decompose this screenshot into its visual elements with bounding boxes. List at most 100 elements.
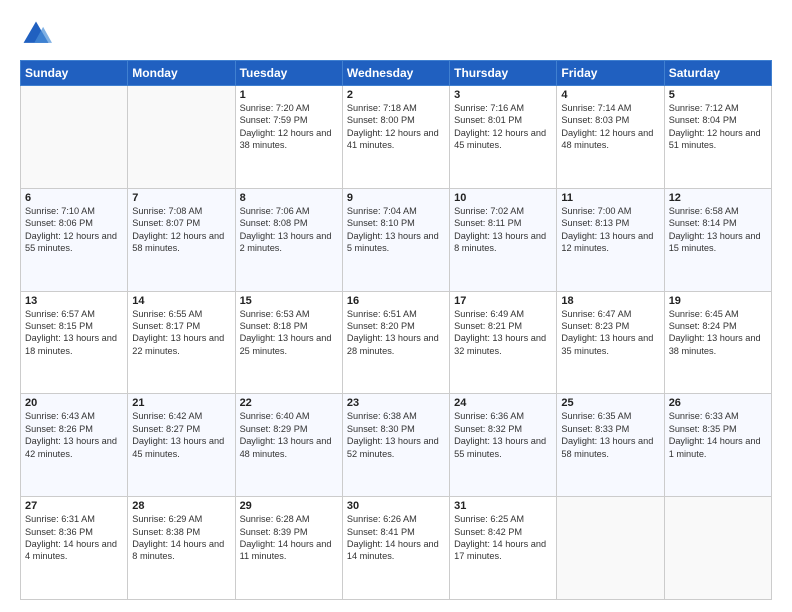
weekday-header-sunday: Sunday <box>21 61 128 86</box>
cell-text: Sunrise: 6:33 AM Sunset: 8:35 PM Dayligh… <box>669 410 767 460</box>
day-number: 10 <box>454 192 552 204</box>
calendar-body: 1Sunrise: 7:20 AM Sunset: 7:59 PM Daylig… <box>21 86 772 600</box>
weekday-header-tuesday: Tuesday <box>235 61 342 86</box>
calendar-cell: 19Sunrise: 6:45 AM Sunset: 8:24 PM Dayli… <box>664 291 771 394</box>
calendar-cell: 11Sunrise: 7:00 AM Sunset: 8:13 PM Dayli… <box>557 188 664 291</box>
day-number: 25 <box>561 397 659 409</box>
weekday-header-row: SundayMondayTuesdayWednesdayThursdayFrid… <box>21 61 772 86</box>
cell-text: Sunrise: 6:45 AM Sunset: 8:24 PM Dayligh… <box>669 308 767 358</box>
day-number: 18 <box>561 295 659 307</box>
cell-text: Sunrise: 7:04 AM Sunset: 8:10 PM Dayligh… <box>347 205 445 255</box>
cell-text: Sunrise: 6:55 AM Sunset: 8:17 PM Dayligh… <box>132 308 230 358</box>
calendar-cell <box>664 497 771 600</box>
day-number: 3 <box>454 89 552 101</box>
cell-text: Sunrise: 6:49 AM Sunset: 8:21 PM Dayligh… <box>454 308 552 358</box>
day-number: 26 <box>669 397 767 409</box>
calendar-cell: 1Sunrise: 7:20 AM Sunset: 7:59 PM Daylig… <box>235 86 342 189</box>
cell-text: Sunrise: 6:51 AM Sunset: 8:20 PM Dayligh… <box>347 308 445 358</box>
day-number: 13 <box>25 295 123 307</box>
cell-text: Sunrise: 6:42 AM Sunset: 8:27 PM Dayligh… <box>132 410 230 460</box>
calendar-cell: 13Sunrise: 6:57 AM Sunset: 8:15 PM Dayli… <box>21 291 128 394</box>
calendar-cell: 10Sunrise: 7:02 AM Sunset: 8:11 PM Dayli… <box>450 188 557 291</box>
cell-text: Sunrise: 6:57 AM Sunset: 8:15 PM Dayligh… <box>25 308 123 358</box>
calendar-week-row: 6Sunrise: 7:10 AM Sunset: 8:06 PM Daylig… <box>21 188 772 291</box>
cell-text: Sunrise: 6:28 AM Sunset: 8:39 PM Dayligh… <box>240 513 338 563</box>
day-number: 30 <box>347 500 445 512</box>
cell-text: Sunrise: 7:08 AM Sunset: 8:07 PM Dayligh… <box>132 205 230 255</box>
day-number: 27 <box>25 500 123 512</box>
day-number: 16 <box>347 295 445 307</box>
calendar-cell: 14Sunrise: 6:55 AM Sunset: 8:17 PM Dayli… <box>128 291 235 394</box>
cell-text: Sunrise: 6:43 AM Sunset: 8:26 PM Dayligh… <box>25 410 123 460</box>
day-number: 2 <box>347 89 445 101</box>
cell-text: Sunrise: 6:58 AM Sunset: 8:14 PM Dayligh… <box>669 205 767 255</box>
cell-text: Sunrise: 6:35 AM Sunset: 8:33 PM Dayligh… <box>561 410 659 460</box>
day-number: 8 <box>240 192 338 204</box>
day-number: 21 <box>132 397 230 409</box>
weekday-header-saturday: Saturday <box>664 61 771 86</box>
calendar-cell: 16Sunrise: 6:51 AM Sunset: 8:20 PM Dayli… <box>342 291 449 394</box>
cell-text: Sunrise: 7:06 AM Sunset: 8:08 PM Dayligh… <box>240 205 338 255</box>
calendar-cell: 15Sunrise: 6:53 AM Sunset: 8:18 PM Dayli… <box>235 291 342 394</box>
calendar-cell: 2Sunrise: 7:18 AM Sunset: 8:00 PM Daylig… <box>342 86 449 189</box>
day-number: 6 <box>25 192 123 204</box>
day-number: 1 <box>240 89 338 101</box>
calendar-table: SundayMondayTuesdayWednesdayThursdayFrid… <box>20 60 772 600</box>
day-number: 19 <box>669 295 767 307</box>
calendar-cell: 20Sunrise: 6:43 AM Sunset: 8:26 PM Dayli… <box>21 394 128 497</box>
day-number: 29 <box>240 500 338 512</box>
calendar-cell: 5Sunrise: 7:12 AM Sunset: 8:04 PM Daylig… <box>664 86 771 189</box>
calendar-cell: 30Sunrise: 6:26 AM Sunset: 8:41 PM Dayli… <box>342 497 449 600</box>
calendar-cell: 31Sunrise: 6:25 AM Sunset: 8:42 PM Dayli… <box>450 497 557 600</box>
cell-text: Sunrise: 7:12 AM Sunset: 8:04 PM Dayligh… <box>669 102 767 152</box>
logo-icon <box>20 18 52 50</box>
calendar-cell: 21Sunrise: 6:42 AM Sunset: 8:27 PM Dayli… <box>128 394 235 497</box>
day-number: 28 <box>132 500 230 512</box>
calendar-cell: 24Sunrise: 6:36 AM Sunset: 8:32 PM Dayli… <box>450 394 557 497</box>
day-number: 12 <box>669 192 767 204</box>
calendar-cell <box>21 86 128 189</box>
cell-text: Sunrise: 7:18 AM Sunset: 8:00 PM Dayligh… <box>347 102 445 152</box>
day-number: 31 <box>454 500 552 512</box>
calendar-cell: 4Sunrise: 7:14 AM Sunset: 8:03 PM Daylig… <box>557 86 664 189</box>
cell-text: Sunrise: 6:36 AM Sunset: 8:32 PM Dayligh… <box>454 410 552 460</box>
calendar-cell: 12Sunrise: 6:58 AM Sunset: 8:14 PM Dayli… <box>664 188 771 291</box>
cell-text: Sunrise: 6:53 AM Sunset: 8:18 PM Dayligh… <box>240 308 338 358</box>
calendar-cell <box>128 86 235 189</box>
day-number: 11 <box>561 192 659 204</box>
cell-text: Sunrise: 7:10 AM Sunset: 8:06 PM Dayligh… <box>25 205 123 255</box>
calendar-week-row: 20Sunrise: 6:43 AM Sunset: 8:26 PM Dayli… <box>21 394 772 497</box>
calendar-cell: 25Sunrise: 6:35 AM Sunset: 8:33 PM Dayli… <box>557 394 664 497</box>
calendar-cell: 23Sunrise: 6:38 AM Sunset: 8:30 PM Dayli… <box>342 394 449 497</box>
day-number: 5 <box>669 89 767 101</box>
day-number: 23 <box>347 397 445 409</box>
day-number: 7 <box>132 192 230 204</box>
calendar-cell: 9Sunrise: 7:04 AM Sunset: 8:10 PM Daylig… <box>342 188 449 291</box>
cell-text: Sunrise: 7:16 AM Sunset: 8:01 PM Dayligh… <box>454 102 552 152</box>
day-number: 17 <box>454 295 552 307</box>
cell-text: Sunrise: 6:26 AM Sunset: 8:41 PM Dayligh… <box>347 513 445 563</box>
calendar-cell: 27Sunrise: 6:31 AM Sunset: 8:36 PM Dayli… <box>21 497 128 600</box>
cell-text: Sunrise: 7:00 AM Sunset: 8:13 PM Dayligh… <box>561 205 659 255</box>
calendar-cell: 3Sunrise: 7:16 AM Sunset: 8:01 PM Daylig… <box>450 86 557 189</box>
calendar-week-row: 13Sunrise: 6:57 AM Sunset: 8:15 PM Dayli… <box>21 291 772 394</box>
weekday-header-wednesday: Wednesday <box>342 61 449 86</box>
day-number: 20 <box>25 397 123 409</box>
cell-text: Sunrise: 6:40 AM Sunset: 8:29 PM Dayligh… <box>240 410 338 460</box>
day-number: 22 <box>240 397 338 409</box>
calendar-cell: 8Sunrise: 7:06 AM Sunset: 8:08 PM Daylig… <box>235 188 342 291</box>
day-number: 24 <box>454 397 552 409</box>
calendar-cell: 29Sunrise: 6:28 AM Sunset: 8:39 PM Dayli… <box>235 497 342 600</box>
header <box>20 18 772 50</box>
day-number: 9 <box>347 192 445 204</box>
calendar-cell: 26Sunrise: 6:33 AM Sunset: 8:35 PM Dayli… <box>664 394 771 497</box>
cell-text: Sunrise: 6:31 AM Sunset: 8:36 PM Dayligh… <box>25 513 123 563</box>
logo <box>20 18 56 50</box>
calendar-week-row: 27Sunrise: 6:31 AM Sunset: 8:36 PM Dayli… <box>21 497 772 600</box>
weekday-header-thursday: Thursday <box>450 61 557 86</box>
cell-text: Sunrise: 6:29 AM Sunset: 8:38 PM Dayligh… <box>132 513 230 563</box>
page: SundayMondayTuesdayWednesdayThursdayFrid… <box>0 0 792 612</box>
calendar-cell: 17Sunrise: 6:49 AM Sunset: 8:21 PM Dayli… <box>450 291 557 394</box>
cell-text: Sunrise: 7:14 AM Sunset: 8:03 PM Dayligh… <box>561 102 659 152</box>
calendar-cell: 28Sunrise: 6:29 AM Sunset: 8:38 PM Dayli… <box>128 497 235 600</box>
